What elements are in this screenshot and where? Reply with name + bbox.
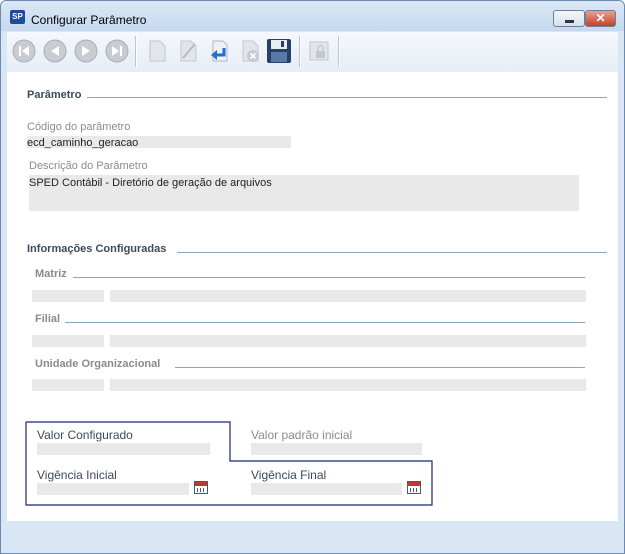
matriz-divider bbox=[73, 277, 585, 278]
bottom-bar bbox=[1, 521, 624, 553]
valor-configurado-label: Valor Configurado bbox=[37, 428, 133, 442]
unidade-divider bbox=[175, 367, 585, 368]
undo-return-icon bbox=[211, 40, 228, 62]
previous-record-icon bbox=[43, 39, 67, 63]
delete-button[interactable] bbox=[237, 38, 263, 64]
toolbar-separator bbox=[135, 36, 137, 67]
form-panel: Parâmetro Código do parâmetro ecd_caminh… bbox=[7, 72, 618, 521]
save-button[interactable] bbox=[266, 38, 292, 64]
next-record-button[interactable] bbox=[73, 38, 99, 64]
unidade-name-field[interactable] bbox=[110, 379, 586, 391]
vigencia-inicial-field[interactable] bbox=[37, 483, 189, 495]
unidade-title: Unidade Organizacional bbox=[35, 358, 165, 370]
new-document-button[interactable] bbox=[144, 38, 170, 64]
descricao-label: Descrição do Parâmetro bbox=[29, 160, 148, 172]
title-bar[interactable]: SP Configurar Parâmetro ✕ bbox=[1, 1, 624, 31]
calendar-icon[interactable] bbox=[194, 481, 208, 494]
new-document-icon bbox=[149, 40, 166, 62]
valor-padrao-label: Valor padrão inicial bbox=[251, 428, 353, 442]
vigencia-final-label: Vigência Final bbox=[251, 468, 327, 482]
section-divider bbox=[177, 252, 607, 253]
save-disk-icon bbox=[267, 39, 291, 63]
section-title-informacoes: Informações Configuradas bbox=[27, 243, 171, 255]
last-record-button[interactable] bbox=[104, 38, 130, 64]
toolbar bbox=[7, 32, 618, 72]
window-title: Configurar Parâmetro bbox=[31, 13, 147, 27]
toolbar-separator bbox=[338, 36, 340, 67]
filial-code-field[interactable] bbox=[32, 335, 104, 347]
undo-button[interactable] bbox=[206, 38, 232, 64]
edit-icon bbox=[180, 40, 197, 62]
lock-icon bbox=[309, 41, 329, 61]
valor-padrao-field[interactable] bbox=[251, 443, 422, 455]
matriz-title: Matriz bbox=[35, 268, 71, 280]
first-record-icon bbox=[12, 39, 36, 63]
configurar-parametro-window: SP Configurar Parâmetro ✕ Parâmetro Códi… bbox=[0, 0, 625, 554]
next-record-icon bbox=[74, 39, 98, 63]
codigo-value: ecd_caminho_geracao bbox=[27, 137, 139, 149]
unidade-code-field[interactable] bbox=[32, 379, 104, 391]
filial-title: Filial bbox=[35, 313, 65, 325]
vigencia-final-field[interactable] bbox=[251, 483, 402, 495]
app-logo-icon: SP bbox=[10, 10, 25, 24]
edit-button[interactable] bbox=[175, 38, 201, 64]
descricao-value: SPED Contábil - Diretório de geração de … bbox=[29, 177, 272, 189]
codigo-label: Código do parâmetro bbox=[27, 121, 131, 133]
vigencia-inicial-label: Vigência Inicial bbox=[37, 468, 117, 482]
previous-record-button[interactable] bbox=[42, 38, 68, 64]
calendar-icon[interactable] bbox=[407, 481, 421, 494]
last-record-icon bbox=[105, 39, 129, 63]
valor-configurado-field[interactable] bbox=[37, 443, 210, 455]
first-record-button[interactable] bbox=[11, 38, 37, 64]
toolbar-separator bbox=[299, 36, 301, 67]
matriz-code-field[interactable] bbox=[32, 290, 104, 302]
section-divider bbox=[87, 97, 607, 98]
close-button[interactable]: ✕ bbox=[585, 10, 616, 27]
matriz-name-field[interactable] bbox=[110, 290, 586, 302]
filial-divider bbox=[65, 322, 585, 323]
filial-name-field[interactable] bbox=[110, 335, 586, 347]
delete-icon bbox=[242, 40, 259, 62]
lock-button[interactable] bbox=[306, 38, 332, 64]
section-title-parametro: Parâmetro bbox=[27, 89, 86, 101]
minimize-button[interactable] bbox=[553, 10, 585, 27]
